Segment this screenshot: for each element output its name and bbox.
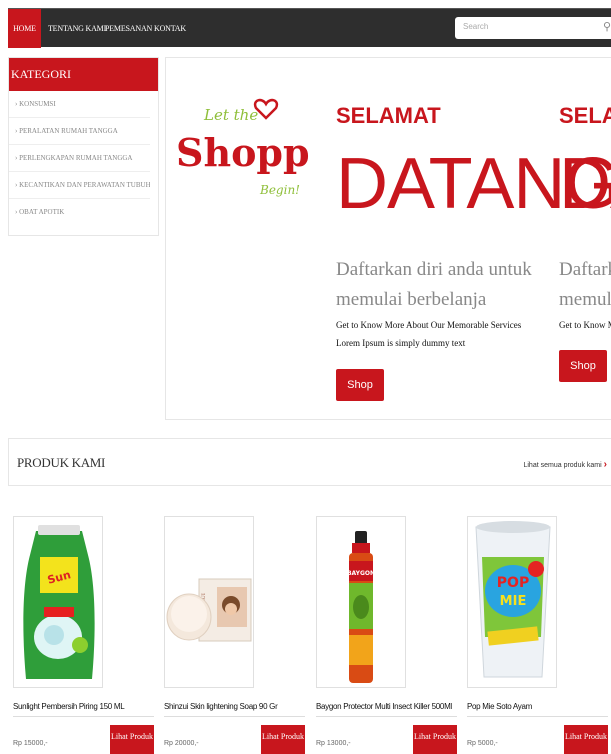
slide-heading-small: SELAM bbox=[559, 103, 611, 128]
search-input[interactable]: Search ⚲ bbox=[455, 17, 611, 39]
shop-now-button[interactable]: Shop Now bbox=[559, 350, 607, 404]
slide-heading-small: SELAMAT bbox=[336, 103, 441, 128]
view-product-button[interactable]: Lihat Produk bbox=[413, 725, 457, 754]
shop-now-button[interactable]: Shop Now bbox=[336, 369, 384, 419]
divider bbox=[467, 716, 608, 717]
product-card: Sun Sunlight Pembersih Piring 150 ML Rp … bbox=[13, 516, 163, 754]
svg-text:Let the: Let the bbox=[203, 106, 258, 124]
svg-text:BAYGON: BAYGON bbox=[347, 570, 375, 577]
product-image-shinzui[interactable]: SHINZUI bbox=[164, 516, 254, 688]
slide-text-1: Get to Know More About Our Memorable Ser… bbox=[336, 320, 522, 330]
hero-slider: Let the Shopping Begin! SELAMAT DATANG D… bbox=[165, 57, 611, 420]
svg-text:Shopping: Shopping bbox=[176, 130, 310, 175]
nav-home[interactable]: HOME bbox=[8, 9, 41, 48]
category-sidebar: KATEGORI › KONSUMSI › PERALATAN RUMAH TA… bbox=[8, 57, 159, 236]
sidebar-title: KATEGORI bbox=[9, 58, 158, 91]
svg-text:Begin!: Begin! bbox=[259, 183, 300, 197]
product-name: Pop Mie Soto Ayam bbox=[467, 702, 533, 711]
product-price: Rp 13000,- bbox=[316, 740, 351, 747]
category-item[interactable]: › OBAT APOTIK bbox=[9, 199, 150, 226]
shopping-logo: Let the Shopping Begin! bbox=[174, 82, 378, 212]
search-icon[interactable]: ⚲ bbox=[603, 20, 611, 33]
slide-tagline: Daftarkan diri anda untuk memulai berbel… bbox=[336, 259, 532, 310]
slide-text-1: Get to Know Mo bbox=[559, 320, 611, 330]
product-name: Sunlight Pembersih Piring 150 ML bbox=[13, 702, 125, 711]
svg-text:POP: POP bbox=[497, 575, 529, 591]
search-placeholder: Search bbox=[463, 22, 489, 31]
slide-heading-big: DA bbox=[559, 144, 611, 224]
product-card: POP MIE Pop Mie Soto Ayam Rp 5000,- Liha… bbox=[467, 516, 611, 754]
category-item[interactable]: › KECANTIKAN DAN PERAWATAN TUBUH bbox=[9, 172, 150, 199]
category-item[interactable]: › PERLENGKAPAN RUMAH TANGGA bbox=[9, 145, 150, 172]
product-price: Rp 20000,- bbox=[164, 740, 199, 747]
product-price: Rp 5000,- bbox=[467, 740, 498, 747]
see-all-products-link[interactable]: Lihat semua produk kami › bbox=[523, 459, 607, 470]
category-item[interactable]: › KONSUMSI bbox=[9, 91, 150, 118]
chevron-right-icon: › bbox=[603, 459, 607, 470]
slide-text-2: Lorem Ipsum is simply dummy text bbox=[336, 338, 466, 348]
product-name: Shinzui Skin lightening Soap 90 Gr bbox=[164, 702, 278, 711]
product-image-sunlight[interactable]: Sun bbox=[13, 516, 103, 688]
divider bbox=[164, 716, 305, 717]
svg-text:MIE: MIE bbox=[500, 594, 527, 609]
category-item[interactable]: › PERALATAN RUMAH TANGGA bbox=[9, 118, 150, 145]
nav-pemesanan[interactable]: PEMESANAN bbox=[105, 9, 152, 48]
slide-tagline: Daftarkan memulai b bbox=[559, 259, 611, 310]
product-card: SHINZUI Shinzui Skin lightening Soap 90 … bbox=[164, 516, 314, 754]
product-image-baygon[interactable]: BAYGON bbox=[316, 516, 406, 688]
product-price: Rp 15000,- bbox=[13, 740, 48, 747]
view-product-button[interactable]: Lihat Produk bbox=[110, 725, 154, 754]
view-product-button[interactable]: Lihat Produk bbox=[261, 725, 305, 754]
product-card: BAYGON Baygon Protector Multi Insect Kil… bbox=[316, 516, 466, 754]
view-product-button[interactable]: Lihat Produk bbox=[564, 725, 608, 754]
nav-tentang-kami[interactable]: TENTANG KAMI bbox=[48, 9, 106, 48]
product-image-popmie[interactable]: POP MIE bbox=[467, 516, 557, 688]
products-header: PRODUK KAMI Lihat semua produk kami › bbox=[8, 438, 611, 486]
nav-kontak[interactable]: KONTAK bbox=[154, 9, 186, 48]
products-title: PRODUK KAMI bbox=[17, 455, 106, 470]
divider bbox=[316, 716, 457, 717]
product-name: Baygon Protector Multi Insect Killer 500… bbox=[316, 702, 452, 711]
top-navbar: HOME TENTANG KAMI PEMESANAN KONTAK Searc… bbox=[8, 8, 611, 48]
divider bbox=[13, 716, 154, 717]
